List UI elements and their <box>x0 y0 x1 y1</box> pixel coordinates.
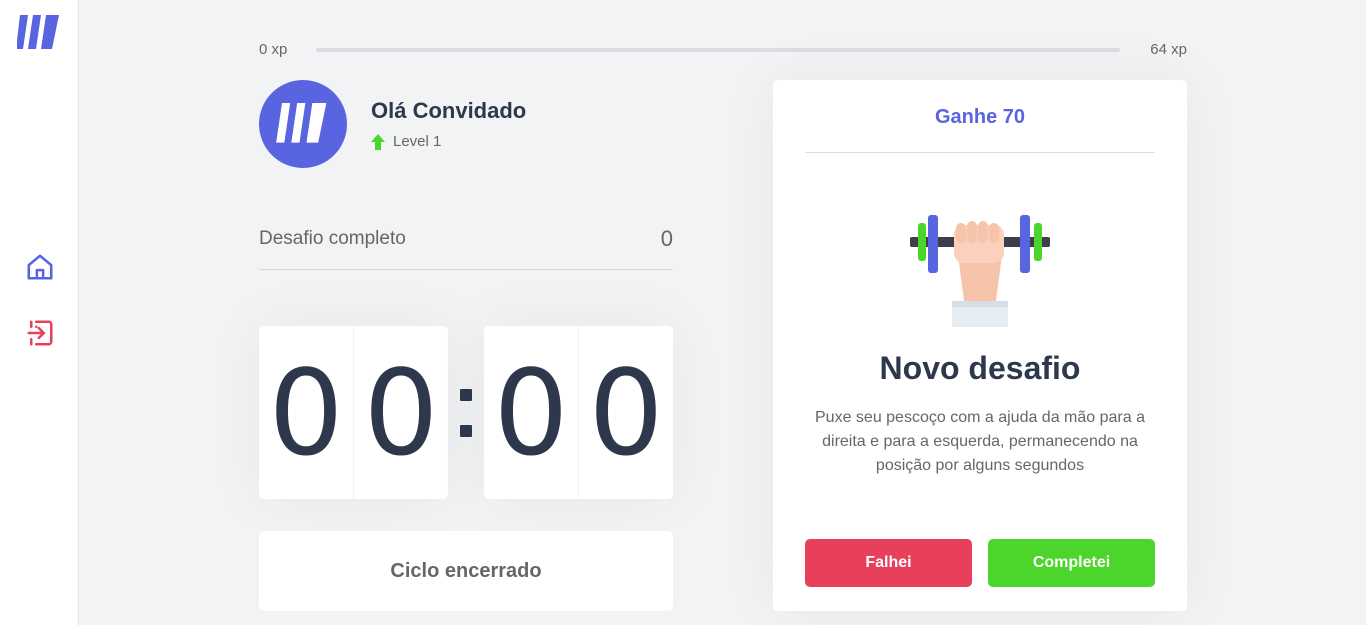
minute-digit-right: 0 <box>363 343 439 482</box>
logout-icon[interactable] <box>23 316 57 350</box>
countdown-minutes: 0 0 <box>259 326 448 499</box>
dumbbell-body-icon <box>908 213 1052 329</box>
countdown: 0 0 0 0 <box>259 326 673 499</box>
second-digit-right: 0 <box>588 343 664 482</box>
challenge-title: Novo desafio <box>879 350 1081 386</box>
experience-bar: 0 xp 64 xp <box>259 40 1187 60</box>
challenge-reward: Ganhe 70 <box>805 80 1155 153</box>
xp-track <box>316 48 1120 52</box>
profile: Olá Convidado Level 1 <box>259 80 679 168</box>
xp-current-label: 0 xp <box>259 41 288 58</box>
arrow-up-icon <box>371 133 385 150</box>
countdown-seconds: 0 0 <box>484 326 673 499</box>
fail-button[interactable]: Falhei <box>805 539 972 587</box>
profile-level: Level 1 <box>371 133 441 150</box>
completed-challenges-label: Desafio completo <box>259 228 406 249</box>
cycle-ended-button[interactable]: Ciclo encerrado <box>259 531 673 611</box>
xp-next-level-label: 64 xp <box>1150 41 1187 58</box>
challenge-description: Puxe seu pescoço com a ajuda da mão para… <box>815 409 1145 474</box>
countdown-colon <box>456 326 476 499</box>
second-digit-left: 0 <box>484 326 579 499</box>
avatar-logo-icon <box>276 103 327 143</box>
challenge-card: Ganhe 70 Novo desafio Puxe seu pescoço c… <box>773 80 1187 611</box>
completed-challenges: Desafio completo 0 <box>259 222 673 270</box>
home-icon[interactable] <box>23 250 57 284</box>
complete-button[interactable]: Completei <box>988 539 1155 587</box>
completed-challenges-count: 0 <box>660 226 673 251</box>
profile-name: Olá Convidado <box>371 98 527 123</box>
sidebar <box>0 0 79 625</box>
avatar <box>259 80 347 168</box>
moveit-logo-icon <box>16 15 61 51</box>
minute-digit-left: 0 <box>259 326 354 499</box>
profile-level-label: Level 1 <box>393 133 442 150</box>
